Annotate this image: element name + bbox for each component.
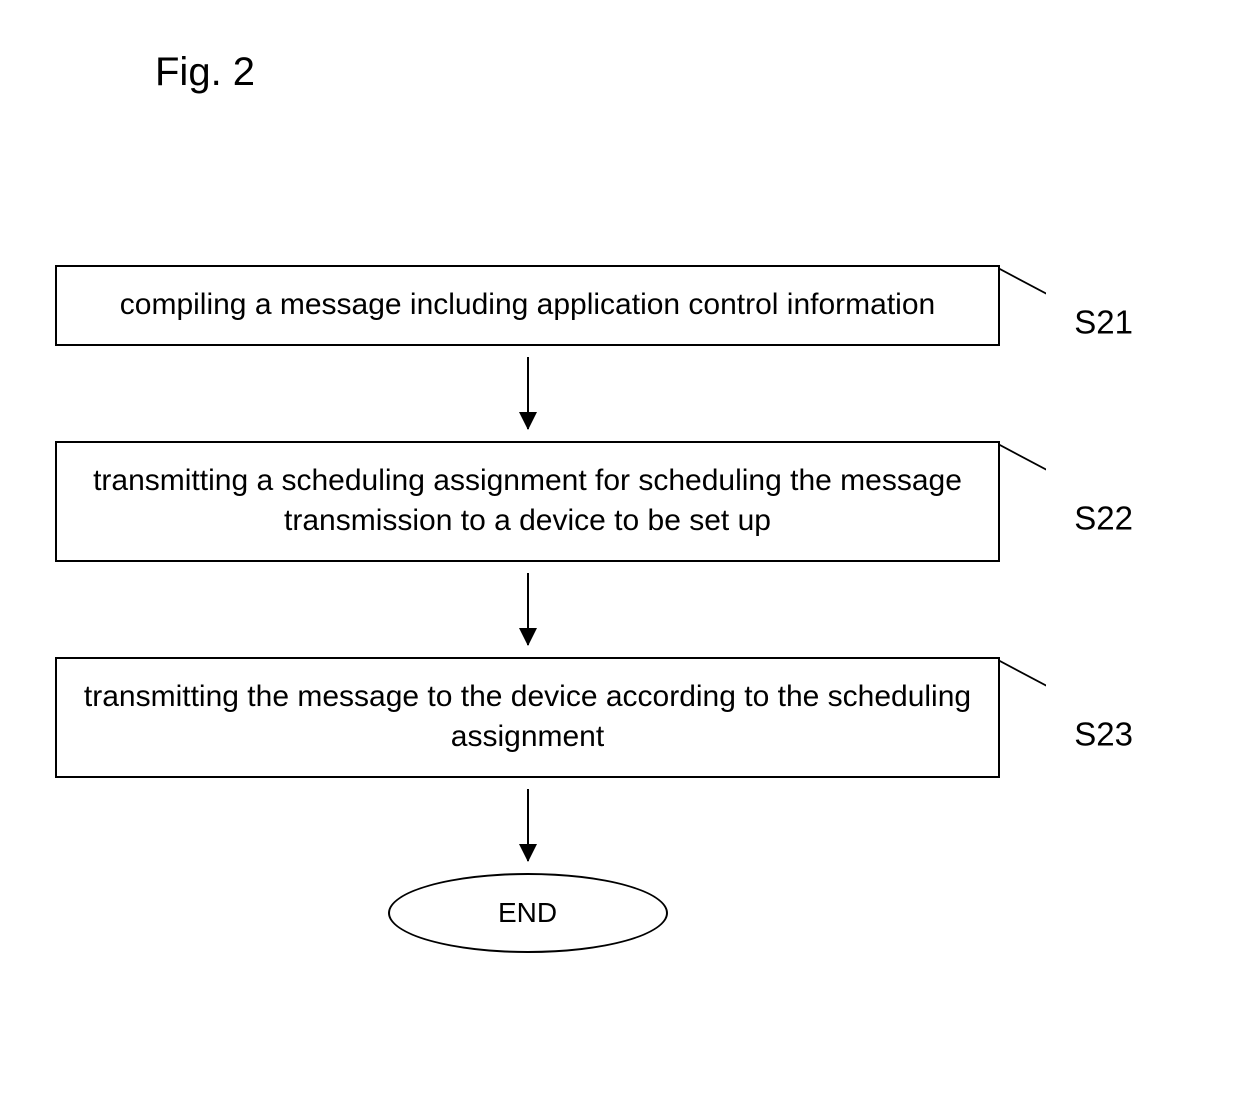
connector-line-2 <box>998 443 1046 445</box>
flowchart-container: compiling a message including applicatio… <box>55 265 1185 953</box>
figure-title: Fig. 2 <box>155 50 255 95</box>
step-text-2: transmitting a scheduling assignment for… <box>93 464 962 538</box>
arrow-container-3 <box>55 778 1000 873</box>
step-text-3: transmitting the message to the device a… <box>84 680 971 754</box>
end-label: END <box>498 897 557 929</box>
step-label-2: S22 <box>1074 497 1133 542</box>
step-label-3: S23 <box>1074 713 1133 758</box>
arrow-down-icon <box>527 573 529 645</box>
end-terminal: END <box>388 873 668 953</box>
step-box-1: compiling a message including applicatio… <box>55 265 1000 346</box>
step-box-2: transmitting a scheduling assignment for… <box>55 441 1000 562</box>
arrow-container-2 <box>55 562 1000 657</box>
arrow-down-icon <box>527 789 529 861</box>
step-text-1: compiling a message including applicatio… <box>120 288 935 321</box>
step-box-3: transmitting the message to the device a… <box>55 657 1000 778</box>
connector-line-3 <box>998 659 1046 661</box>
end-container: END <box>55 873 1000 953</box>
arrow-down-icon <box>527 357 529 429</box>
connector-line-1 <box>998 267 1046 269</box>
step-label-1: S21 <box>1074 301 1133 346</box>
arrow-container-1 <box>55 346 1000 441</box>
